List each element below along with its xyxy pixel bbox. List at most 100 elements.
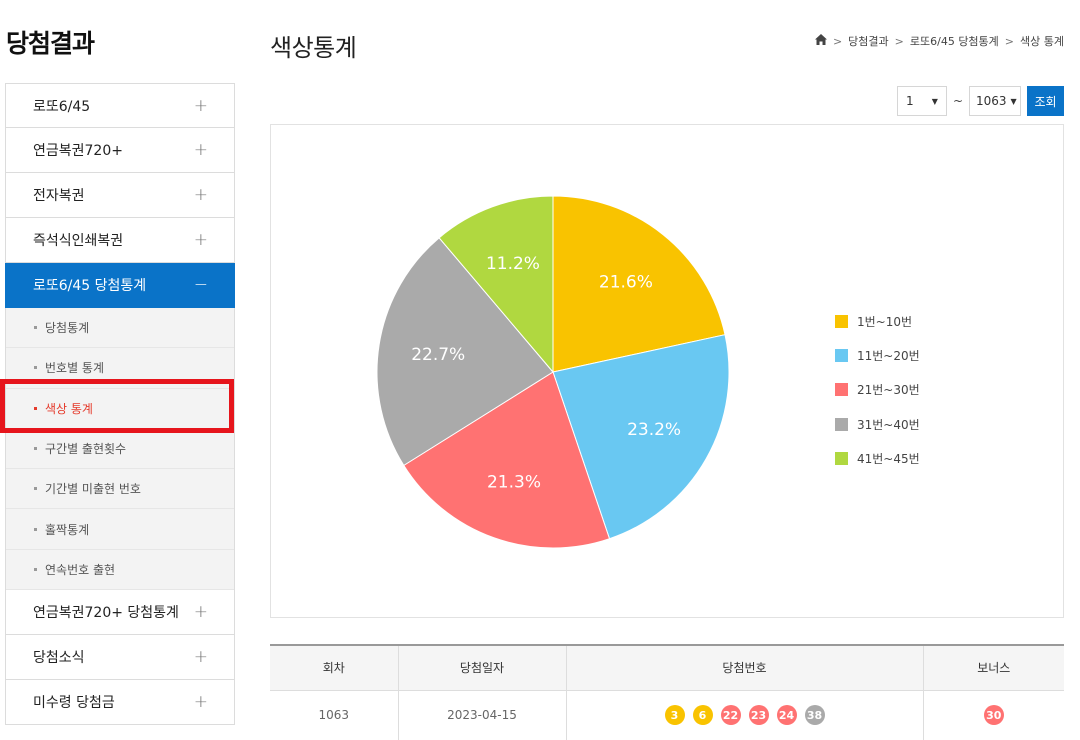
sidebar-item-label: 로또6/45: [33, 98, 91, 115]
sidebar-item-label: 연금복권720+: [33, 143, 123, 159]
legend-swatch: [835, 417, 848, 431]
submenu-item-range-count[interactable]: 구간별 출현횟수: [6, 429, 234, 470]
sidebar-item-label: 로또6/45 당첨통계: [33, 278, 147, 294]
breadcrumb: > 당첨결과 > 로또6/45 당첨통계 > 색상 통계: [814, 33, 1064, 49]
number-ball: 30: [983, 705, 1004, 725]
column-header: 당첨번호: [565, 645, 923, 691]
sidebar-item-unclaimed-prize[interactable]: 미수령 당첨금 +: [5, 680, 235, 726]
sidebar-item-label: 미수령 당첨금: [33, 695, 115, 712]
sidebar-item-pension720[interactable]: 연금복권720+ +: [5, 128, 235, 173]
date-cell: 2023-04-15: [397, 690, 566, 740]
bullet-icon: [34, 447, 37, 451]
pie-chart: 21.6% 23.2% 21.3% 22.7% 11.2%: [376, 195, 730, 549]
submenu-item-label: 홀짝통계: [45, 522, 90, 537]
sidebar-nav: 로또6/45 + 연금복권720+ + 전자복권 + 즉석식인쇄복권 + 로또6…: [5, 83, 235, 726]
legend-item[interactable]: 41번~45번: [835, 441, 920, 475]
sidebar-item-label: 전자복권: [33, 188, 85, 204]
number-ball: 24: [776, 705, 797, 725]
breadcrumb-item[interactable]: 로또6/45 당첨통계: [910, 33, 999, 49]
range-from-value: 1: [905, 94, 914, 108]
pie-slice-label: 23.2%: [627, 420, 681, 440]
number-ball: 6: [692, 705, 713, 725]
column-header: 보너스: [922, 645, 1064, 691]
search-button[interactable]: 조회: [1027, 86, 1064, 116]
bullet-icon: [34, 487, 37, 491]
legend-label: 21번~30번: [857, 383, 920, 398]
range-selector: 1 ▼ ~ 1063 ▼ 조회: [896, 86, 1064, 116]
submenu-item-label: 색상 통계: [45, 401, 93, 416]
sidebar-item-lotto645-stats[interactable]: 로또6/45 당첨통계 −: [5, 263, 235, 308]
result-table: 회차 당첨일자 당첨번호 보너스 1063 2023-04-15 3 6 22 23 2…: [270, 644, 1064, 740]
legend-label: 31번~40번: [857, 417, 920, 432]
bullet-icon: [34, 527, 37, 531]
sidebar-item-label: 연금복권720+ 당첨통계: [33, 605, 179, 622]
caret-down-icon: ▼: [1010, 96, 1017, 106]
range-to-value: 1063: [976, 94, 1007, 108]
legend-label: 41번~45번: [857, 451, 920, 466]
plus-icon: +: [193, 602, 208, 623]
sidebar-title: 당첨결과: [6, 29, 95, 58]
chart-container: 21.6% 23.2% 21.3% 22.7% 11.2% 1번~10번 11번~20번 2…: [270, 124, 1064, 618]
plus-icon: +: [193, 95, 208, 116]
legend-item[interactable]: 31번~40번: [835, 407, 920, 441]
number-ball: 22: [720, 705, 741, 725]
submenu-item-label: 구간별 출현횟수: [45, 442, 127, 457]
minus-icon: −: [193, 275, 208, 295]
chevron-right-icon: >: [832, 34, 843, 48]
submenu-item-consecutive[interactable]: 연속번호 출현: [6, 550, 234, 591]
sidebar-item-pension720-stats[interactable]: 연금복권720+ 당첨통계 +: [5, 590, 235, 636]
legend-swatch: [835, 314, 848, 328]
pie-slice-label: 21.3%: [487, 472, 541, 492]
chevron-right-icon: >: [1004, 34, 1015, 48]
sidebar-item-electronic-lottery[interactable]: 전자복권 +: [5, 173, 235, 218]
pie-slice-label: 21.6%: [599, 273, 653, 293]
submenu-item-missing-numbers[interactable]: 기간별 미출현 번호: [6, 469, 234, 510]
submenu-item-label: 당첨통계: [45, 321, 90, 336]
bullet-icon: [34, 326, 37, 330]
table-row: 1063 2023-04-15 3 6 22 23 24 38 30: [270, 690, 1064, 740]
range-from-select[interactable]: 1 ▼: [896, 86, 947, 116]
plus-icon: +: [193, 230, 208, 250]
legend-label: 1번~10번: [857, 314, 913, 329]
caret-down-icon: ▼: [931, 96, 938, 106]
bullet-icon: [34, 567, 37, 571]
round-cell: 1063: [270, 690, 398, 740]
legend-item[interactable]: 1번~10번: [835, 304, 920, 338]
plus-icon: +: [193, 185, 208, 205]
page-title: 색상통계: [270, 34, 357, 62]
submenu-item-label: 번호별 통계: [45, 361, 105, 376]
plus-icon: +: [193, 140, 208, 160]
pie-slice-label: 22.7%: [411, 345, 465, 365]
submenu-item-win-stats[interactable]: 당첨통계: [6, 308, 234, 349]
column-header: 당첨일자: [397, 645, 566, 691]
pie-slice-label: 11.2%: [486, 254, 540, 274]
column-header: 회차: [270, 645, 398, 691]
legend-swatch: [835, 348, 848, 362]
sidebar-item-win-news[interactable]: 당첨소식 +: [5, 635, 235, 681]
range-to-select[interactable]: 1063 ▼: [969, 86, 1021, 116]
number-ball: 23: [748, 705, 769, 725]
plus-icon: +: [193, 692, 208, 713]
submenu-item-odd-even[interactable]: 홀짝통계: [6, 509, 234, 550]
bullet-icon: [34, 406, 37, 410]
submenu-item-number-stats[interactable]: 번호별 통계: [6, 348, 234, 389]
sidebar-item-instant-lottery[interactable]: 즉석식인쇄복권 +: [5, 218, 235, 263]
numbers-cell: 3 6 22 23 24 38: [565, 690, 923, 740]
bullet-icon: [34, 366, 37, 370]
chart-legend: 1번~10번 11번~20번 21번~30번 31번~40번 41번~45번: [835, 304, 920, 475]
submenu-item-label: 기간별 미출현 번호: [45, 482, 141, 497]
legend-item[interactable]: 21번~30번: [835, 373, 920, 407]
breadcrumb-item[interactable]: 색상 통계: [1020, 33, 1064, 49]
sidebar-item-lotto645[interactable]: 로또6/45 +: [5, 83, 235, 128]
home-icon[interactable]: [814, 34, 827, 48]
plus-icon: +: [193, 647, 208, 668]
bonus-cell: 30: [922, 690, 1064, 740]
legend-label: 11번~20번: [857, 348, 920, 363]
breadcrumb-item[interactable]: 당첨결과: [848, 33, 888, 49]
submenu-item-color-stats[interactable]: 색상 통계: [6, 389, 234, 429]
chevron-right-icon: >: [894, 34, 904, 48]
legend-item[interactable]: 11번~20번: [835, 338, 920, 372]
submenu-list: 당첨통계 번호별 통계 색상 통계 구간별 출현횟수 기간별 미출현 번호 홀짝…: [5, 308, 235, 591]
sidebar-item-label: 당첨소식: [33, 650, 85, 667]
legend-swatch: [835, 383, 848, 397]
